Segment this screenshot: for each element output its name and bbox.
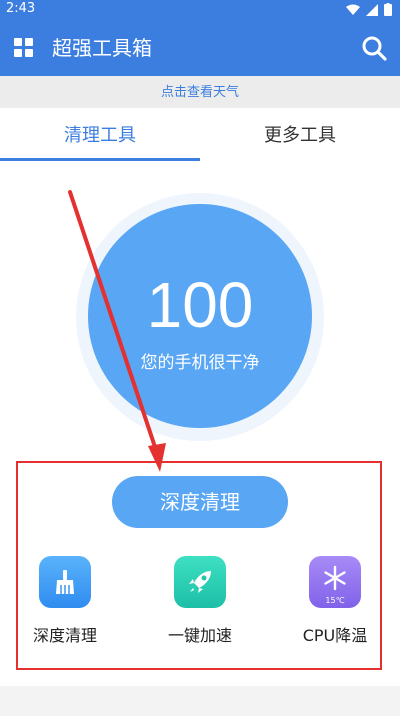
tab-cleaning-tools[interactable]: 清理工具	[0, 108, 200, 164]
wifi-icon	[346, 4, 360, 15]
app-bar: 超强工具箱	[0, 20, 400, 76]
tab-more-tools[interactable]: 更多工具	[200, 108, 400, 164]
status-time: 2:43	[6, 1, 36, 16]
status-icons	[346, 3, 392, 16]
app-title: 超强工具箱	[52, 36, 152, 60]
weather-link[interactable]: 点击查看天气	[161, 85, 239, 100]
signal-icon	[366, 3, 378, 16]
status-bar: 2:43	[0, 0, 400, 20]
weather-banner[interactable]: 点击查看天气	[0, 76, 400, 108]
bottom-divider	[0, 686, 400, 716]
tab-active-indicator	[0, 158, 200, 161]
clean-score: 100	[146, 269, 254, 341]
search-icon[interactable]	[360, 34, 388, 62]
battery-icon	[384, 3, 392, 16]
tab-bar: 清理工具 更多工具	[0, 108, 400, 164]
clean-status-message: 您的手机很干净	[140, 353, 260, 373]
highlight-box	[16, 461, 382, 670]
grid-menu-icon[interactable]	[14, 38, 34, 58]
